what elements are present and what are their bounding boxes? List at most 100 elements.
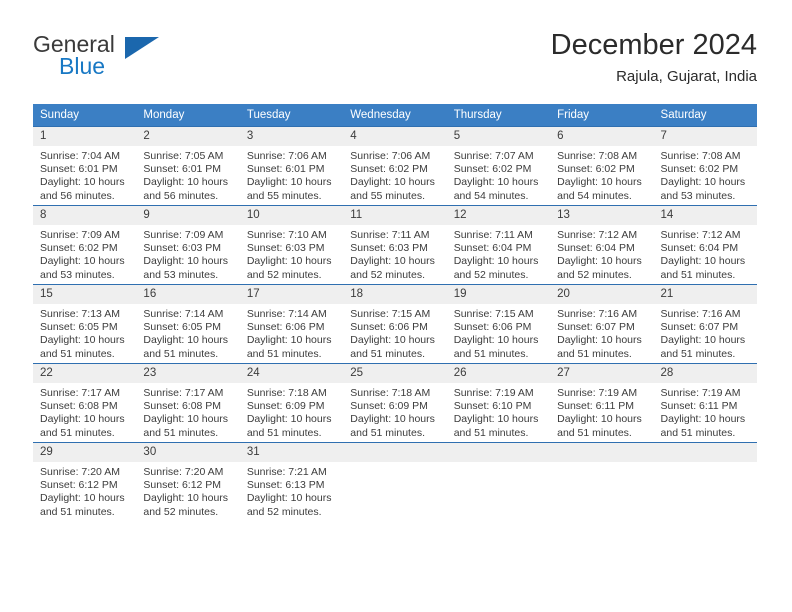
day-cell-inner: 13 Sunrise: 7:12 AM Sunset: 6:04 PM Dayligh… xyxy=(550,206,654,284)
calendar-day-cell[interactable]: 9 Sunrise: 7:09 AM Sunset: 6:03 PM Daylight… xyxy=(136,205,240,285)
daylight-duration-line1: Daylight: 10 hours xyxy=(660,176,746,189)
brand-logo[interactable]: General Blue xyxy=(33,32,159,84)
calendar-day-cell[interactable]: 16 Sunrise: 7:14 AM Sunset: 6:05 PM Dayligh… xyxy=(136,284,240,364)
day-cell-inner xyxy=(446,443,551,521)
daylight-duration-line1: Daylight: 10 hours xyxy=(453,334,539,347)
calendar-week-row: 29 Sunrise: 7:20 AM Sunset: 6:12 PM Dayligh… xyxy=(33,442,757,521)
daylight-duration-line1: Daylight: 10 hours xyxy=(40,413,125,426)
sunset-time: Sunset: 6:06 PM xyxy=(453,321,532,334)
calendar-day-cell[interactable]: 22 Sunrise: 7:17 AM Sunset: 6:08 PM Dayligh… xyxy=(33,363,137,443)
daylight-duration-line1: Daylight: 10 hours xyxy=(246,334,332,347)
day-details: Sunrise: 7:08 AM Sunset: 6:02 PM Daylight:… xyxy=(550,146,653,203)
calendar-day-cell[interactable]: 1 Sunrise: 7:04 AM Sunset: 6:01 PM Daylight… xyxy=(33,126,137,206)
calendar-day-cell[interactable]: 2 Sunrise: 7:05 AM Sunset: 6:01 PM Daylight… xyxy=(136,126,240,206)
sunrise-time: Sunrise: 7:10 AM xyxy=(246,229,327,241)
calendar-page: General Blue December 2024 Rajula, Gujar… xyxy=(0,0,792,612)
calendar-day-cell[interactable]: 4 Sunrise: 7:06 AM Sunset: 6:02 PM Daylight… xyxy=(343,126,447,206)
daylight-duration-line2: and 52 minutes. xyxy=(557,268,632,281)
day-number: 6 xyxy=(550,127,654,146)
calendar-day-cell[interactable]: 13 Sunrise: 7:12 AM Sunset: 6:04 PM Dayligh… xyxy=(550,205,654,285)
calendar-day-cell[interactable]: 12 Sunrise: 7:11 AM Sunset: 6:04 PM Dayligh… xyxy=(446,205,551,285)
calendar-day-cell[interactable]: 24 Sunrise: 7:18 AM Sunset: 6:09 PM Dayligh… xyxy=(239,363,344,443)
day-cell-inner: 29 Sunrise: 7:20 AM Sunset: 6:12 PM Dayligh… xyxy=(33,443,137,521)
sunrise-time: Sunrise: 7:04 AM xyxy=(40,150,120,162)
day-number: 17 xyxy=(239,285,344,304)
calendar-day-cell[interactable]: 11 Sunrise: 7:11 AM Sunset: 6:03 PM Dayligh… xyxy=(343,205,447,285)
daylight-duration-line2: and 51 minutes. xyxy=(660,347,736,360)
daylight-duration-line1: Daylight: 10 hours xyxy=(246,492,332,505)
daylight-duration-line1: Daylight: 10 hours xyxy=(40,255,125,268)
daylight-duration-line1: Daylight: 10 hours xyxy=(660,255,746,268)
calendar-day-cell[interactable]: 17 Sunrise: 7:14 AM Sunset: 6:06 PM Dayligh… xyxy=(239,284,344,364)
daylight-duration-line1: Daylight: 10 hours xyxy=(40,334,125,347)
calendar-day-cell[interactable]: 26 Sunrise: 7:19 AM Sunset: 6:10 PM Dayligh… xyxy=(446,363,551,443)
calendar-day-cell[interactable]: 15 Sunrise: 7:13 AM Sunset: 6:05 PM Dayligh… xyxy=(33,284,137,364)
day-cell-inner: 31 Sunrise: 7:21 AM Sunset: 6:13 PM Dayligh… xyxy=(239,443,344,521)
day-details: Sunrise: 7:07 AM Sunset: 6:02 PM Daylight:… xyxy=(447,146,550,203)
sunrise-time: Sunrise: 7:05 AM xyxy=(143,150,224,162)
daylight-duration-line1: Daylight: 10 hours xyxy=(557,255,642,268)
day-cell-inner: 17 Sunrise: 7:14 AM Sunset: 6:06 PM Dayligh… xyxy=(239,285,344,363)
day-details: Sunrise: 7:11 AM Sunset: 6:04 PM Daylight:… xyxy=(447,225,550,282)
daylight-duration-line2: and 51 minutes. xyxy=(143,426,219,439)
day-cell-inner: 8 Sunrise: 7:09 AM Sunset: 6:02 PM Daylight… xyxy=(33,206,137,284)
calendar-day-cell[interactable]: 8 Sunrise: 7:09 AM Sunset: 6:02 PM Daylight… xyxy=(33,205,137,285)
day-number: 12 xyxy=(446,206,551,225)
daylight-duration-line1: Daylight: 10 hours xyxy=(40,492,125,505)
day-details: Sunrise: 7:04 AM Sunset: 6:01 PM Daylight:… xyxy=(33,146,136,203)
day-cell-inner: 26 Sunrise: 7:19 AM Sunset: 6:10 PM Dayligh… xyxy=(446,364,551,442)
sunset-time: Sunset: 6:10 PM xyxy=(453,400,532,413)
sunset-time: Sunset: 6:05 PM xyxy=(143,321,222,334)
weekday-header-thursday: Thursday xyxy=(446,104,551,127)
calendar-day-cell[interactable]: 21 Sunrise: 7:16 AM Sunset: 6:07 PM Dayligh… xyxy=(653,284,757,364)
calendar-day-cell[interactable]: 6 Sunrise: 7:08 AM Sunset: 6:02 PM Daylight… xyxy=(550,126,654,206)
calendar-day-cell[interactable]: 27 Sunrise: 7:19 AM Sunset: 6:11 PM Dayligh… xyxy=(550,363,654,443)
day-details: Sunrise: 7:12 AM Sunset: 6:04 PM Daylight:… xyxy=(550,225,653,282)
page-header: General Blue December 2024 Rajula, Gujar… xyxy=(33,28,757,90)
day-cell-inner: 11 Sunrise: 7:11 AM Sunset: 6:03 PM Dayligh… xyxy=(343,206,447,284)
weekday-header-tuesday: Tuesday xyxy=(239,104,344,127)
calendar-day-cell[interactable]: 23 Sunrise: 7:17 AM Sunset: 6:08 PM Dayligh… xyxy=(136,363,240,443)
calendar-day-cell[interactable]: 25 Sunrise: 7:18 AM Sunset: 6:09 PM Dayligh… xyxy=(343,363,447,443)
sunset-time: Sunset: 6:12 PM xyxy=(40,479,118,492)
daylight-duration-line2: and 51 minutes. xyxy=(40,347,115,360)
daylight-duration-line1: Daylight: 10 hours xyxy=(453,255,539,268)
calendar-day-cell[interactable]: 20 Sunrise: 7:16 AM Sunset: 6:07 PM Dayligh… xyxy=(550,284,654,364)
calendar-day-cell[interactable]: 30 Sunrise: 7:20 AM Sunset: 6:12 PM Dayligh… xyxy=(136,442,240,521)
daylight-duration-line1: Daylight: 10 hours xyxy=(246,255,332,268)
day-number: 26 xyxy=(446,364,551,383)
daylight-duration-line1: Daylight: 10 hours xyxy=(557,176,642,189)
sunset-time: Sunset: 6:04 PM xyxy=(557,242,635,255)
calendar-day-cell[interactable]: 18 Sunrise: 7:15 AM Sunset: 6:06 PM Dayligh… xyxy=(343,284,447,364)
calendar-day-cell[interactable]: 14 Sunrise: 7:12 AM Sunset: 6:04 PM Dayligh… xyxy=(653,205,757,285)
weekday-header-monday: Monday xyxy=(136,104,240,127)
day-cell-inner: 23 Sunrise: 7:17 AM Sunset: 6:08 PM Dayligh… xyxy=(136,364,240,442)
calendar-day-cell[interactable]: 29 Sunrise: 7:20 AM Sunset: 6:12 PM Dayligh… xyxy=(33,442,137,521)
calendar-day-cell[interactable]: 19 Sunrise: 7:15 AM Sunset: 6:06 PM Dayligh… xyxy=(446,284,551,364)
day-number: 14 xyxy=(653,206,757,225)
page-subtitle: Rajula, Gujarat, India xyxy=(616,68,757,85)
day-number: 29 xyxy=(33,443,137,462)
day-number: 28 xyxy=(653,364,757,383)
calendar-day-cell[interactable]: 3 Sunrise: 7:06 AM Sunset: 6:01 PM Daylight… xyxy=(239,126,344,206)
sunrise-time: Sunrise: 7:17 AM xyxy=(143,387,224,399)
calendar-day-cell[interactable]: 31 Sunrise: 7:21 AM Sunset: 6:13 PM Dayligh… xyxy=(239,442,344,521)
day-cell-inner: 22 Sunrise: 7:17 AM Sunset: 6:08 PM Dayligh… xyxy=(33,364,137,442)
sunrise-time: Sunrise: 7:14 AM xyxy=(246,308,327,320)
sunrise-time: Sunrise: 7:11 AM xyxy=(350,229,430,241)
sunset-time: Sunset: 6:02 PM xyxy=(453,163,532,176)
day-details: Sunrise: 7:12 AM Sunset: 6:04 PM Daylight:… xyxy=(654,225,757,282)
calendar-day-cell[interactable]: 5 Sunrise: 7:07 AM Sunset: 6:02 PM Daylight… xyxy=(446,126,551,206)
calendar-day-cell[interactable]: 28 Sunrise: 7:19 AM Sunset: 6:11 PM Dayligh… xyxy=(653,363,757,443)
calendar-day-cell[interactable]: 10 Sunrise: 7:10 AM Sunset: 6:03 PM Dayligh… xyxy=(239,205,344,285)
calendar-day-cell[interactable]: 7 Sunrise: 7:08 AM Sunset: 6:02 PM Daylight… xyxy=(653,126,757,206)
sunrise-time: Sunrise: 7:20 AM xyxy=(40,466,120,478)
daylight-duration-line2: and 56 minutes. xyxy=(40,189,115,202)
day-number: 10 xyxy=(239,206,344,225)
day-number: 13 xyxy=(550,206,654,225)
day-cell-inner: 9 Sunrise: 7:09 AM Sunset: 6:03 PM Daylight… xyxy=(136,206,240,284)
sunset-time: Sunset: 6:06 PM xyxy=(246,321,325,334)
daylight-duration-line1: Daylight: 10 hours xyxy=(557,413,642,426)
sunrise-time: Sunrise: 7:11 AM xyxy=(453,229,533,241)
day-details xyxy=(654,462,757,466)
